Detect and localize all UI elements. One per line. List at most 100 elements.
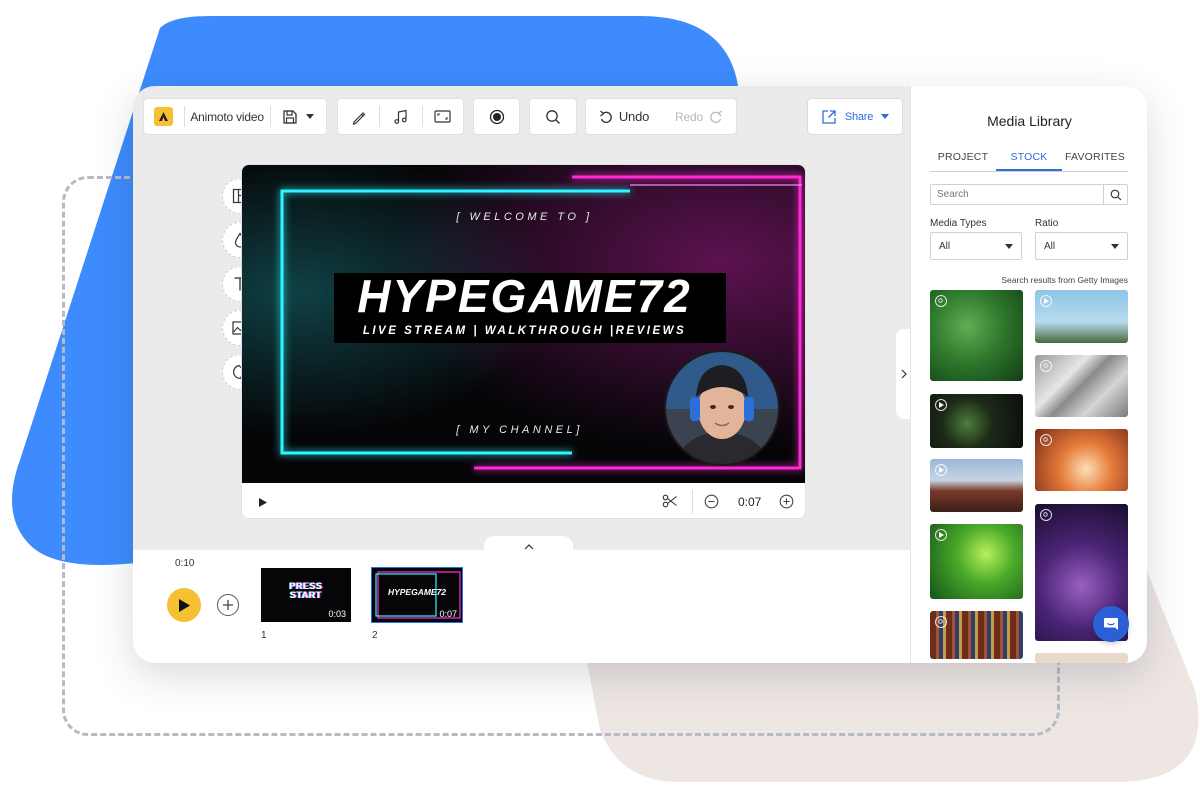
video-play-icon (935, 529, 947, 541)
chevron-right-icon (901, 369, 907, 379)
press-start-text: PRESS START (261, 582, 351, 600)
preview-scene[interactable]: [ WELCOME TO ] HYPEGAME72 LIVE STREAM | … (242, 165, 805, 483)
current-time: 0:07 (738, 495, 762, 509)
media-search-button[interactable] (1103, 185, 1127, 204)
block-2-title: HYPEGAME72 (387, 587, 447, 597)
record-icon (489, 109, 504, 124)
ratio-label: Ratio (1035, 218, 1059, 229)
channel-name: HYPEGAME72 (357, 270, 692, 322)
music-button[interactable] (380, 99, 421, 134)
save-button[interactable] (271, 99, 326, 134)
media-search-input[interactable] (931, 185, 1103, 204)
preview-stage: [ WELCOME TO ] HYPEGAME72 LIVE STREAM | … (241, 164, 806, 519)
channel-tagline: LIVE STREAM | WALKTHROUGH |REVIEWS (362, 325, 687, 337)
record-toolbar-group (473, 98, 520, 135)
share-label: Share (844, 110, 874, 123)
results-source: Search results from Getty Images (1001, 275, 1128, 285)
zoom-icon (935, 616, 947, 628)
play-icon (179, 598, 190, 612)
ratio-value: All (1044, 240, 1056, 252)
start-text: START (290, 590, 322, 600)
project-toolbar-group: Animoto video (143, 98, 327, 135)
record-button[interactable] (474, 99, 519, 134)
tab-stock[interactable]: STOCK (996, 149, 1062, 171)
minus-circle-icon (704, 494, 719, 509)
search-icon (1110, 189, 1121, 200)
play-icon (259, 497, 267, 507)
stock-media-autumn-leaves[interactable] (1035, 429, 1128, 491)
media-library-panel: Media Library PROJECT STOCK FAVORITES Me… (910, 86, 1147, 663)
search-button[interactable] (530, 99, 576, 134)
aspect-ratio-icon (434, 110, 451, 123)
media-types-value: All (939, 240, 951, 252)
project-name: Animoto video (190, 109, 264, 124)
search-icon (546, 109, 560, 124)
stock-media-pagoda-video[interactable] (930, 459, 1023, 512)
tab-favorites[interactable]: FAVORITES (1062, 149, 1128, 171)
zoom-icon (1040, 509, 1052, 521)
share-icon (822, 109, 836, 124)
page: Animoto video Undo Redo Share [WELCOME … (0, 0, 1200, 800)
stock-media-leaf-video[interactable] (930, 524, 1023, 599)
redo-icon (710, 110, 722, 123)
share-toolbar-group: Share (807, 98, 903, 135)
redo-button[interactable]: Redo (662, 99, 736, 134)
plus-circle-icon (779, 494, 794, 509)
undo-label: Undo (618, 109, 650, 124)
trim-button[interactable] (662, 493, 678, 514)
add-block-button[interactable] (217, 594, 239, 616)
stock-media-next[interactable] (1035, 653, 1128, 663)
pen-icon (352, 111, 366, 125)
chat-icon (1104, 618, 1118, 630)
zoom-icon (1040, 434, 1052, 446)
playback-controls: 0:07 (242, 483, 805, 518)
animoto-logo-icon (154, 107, 174, 126)
stock-media-leaves[interactable] (930, 290, 1023, 381)
redo-label: Redo (675, 109, 703, 124)
stock-media-bookshelf[interactable] (930, 611, 1023, 659)
history-toolbar-group: Undo Redo (585, 98, 737, 135)
stock-media-palms-video[interactable] (1035, 290, 1128, 343)
video-play-icon (1040, 295, 1052, 307)
controls-divider (692, 490, 693, 514)
tab-project[interactable]: PROJECT (930, 149, 996, 171)
chevron-down-icon (1005, 243, 1013, 249)
decrease-duration-button[interactable] (704, 494, 719, 514)
project-name-button[interactable]: Animoto video (185, 99, 270, 134)
timeline: 0:10 PRESS START 0:03 1 HYPEGAME72 0:07 … (133, 550, 911, 663)
block-number: 1 (261, 630, 267, 641)
media-tabs: PROJECT STOCK FAVORITES (930, 149, 1128, 172)
avatar (664, 350, 780, 466)
chevron-down-icon (306, 113, 315, 119)
edit-toolbar-group (337, 98, 464, 135)
timeline-block-1[interactable]: PRESS START 0:03 (261, 568, 351, 622)
video-play-icon (935, 399, 947, 411)
chevron-down-icon (881, 113, 890, 119)
pen-button[interactable] (338, 99, 379, 134)
timeline-block-2[interactable]: HYPEGAME72 0:07 (371, 567, 463, 623)
play-button[interactable] (167, 588, 201, 622)
panel-title: Media Library (987, 113, 1072, 129)
stock-media-plant-video[interactable] (930, 394, 1023, 448)
ratio-select[interactable]: All (1035, 232, 1128, 260)
increase-duration-button[interactable] (779, 494, 794, 514)
zoom-icon (1040, 360, 1052, 372)
editor-window: Animoto video Undo Redo Share [WELCOME … (133, 86, 1147, 663)
plus-icon (223, 600, 233, 610)
undo-icon (599, 110, 612, 123)
preview-play-button[interactable] (256, 495, 270, 509)
stock-media-highway[interactable] (1035, 355, 1128, 417)
share-button[interactable]: Share (808, 99, 902, 134)
welcome-text: [ WELCOME TO ] (456, 211, 593, 223)
block-duration: 0:03 (328, 609, 346, 619)
save-icon (283, 109, 297, 124)
total-duration: 0:10 (175, 558, 195, 569)
logo-button[interactable] (144, 99, 184, 134)
undo-button[interactable]: Undo (586, 99, 662, 134)
chevron-down-icon (1111, 243, 1119, 249)
chat-support-button[interactable] (1093, 606, 1129, 642)
aspect-ratio-button[interactable] (423, 99, 463, 134)
media-types-label: Media Types (930, 218, 987, 229)
media-types-select[interactable]: All (930, 232, 1022, 260)
block-duration: 0:07 (439, 609, 457, 619)
